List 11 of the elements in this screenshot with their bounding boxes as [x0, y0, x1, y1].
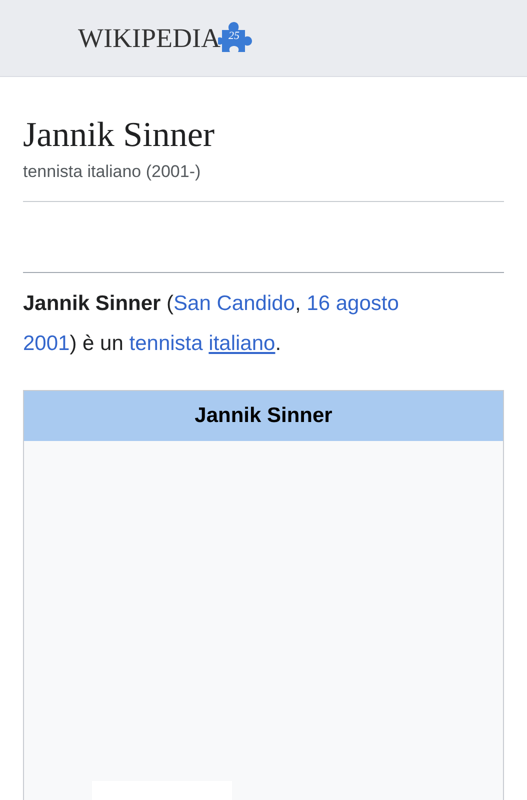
article-link[interactable]: 16 agosto [306, 292, 399, 315]
article-link[interactable]: tennista [129, 332, 203, 355]
page-subtitle: tennista italiano (2001-) [23, 161, 202, 183]
article-link[interactable]: San Candido [174, 292, 295, 315]
infobox-title: Jannik Sinner [24, 391, 503, 441]
page-title: Jannik Sinner [23, 114, 216, 155]
intro-paragraph: Jannik Sinner (San Candido, 16 agosto 2001) è un tennista italiano. [23, 291, 400, 357]
article-link[interactable]: 2001 [23, 332, 70, 355]
anniversary-label: 25 [228, 31, 240, 42]
wikipedia-logo[interactable]: WIKIPEDIA [78, 24, 220, 52]
article-link[interactable]: italiano [208, 332, 276, 355]
